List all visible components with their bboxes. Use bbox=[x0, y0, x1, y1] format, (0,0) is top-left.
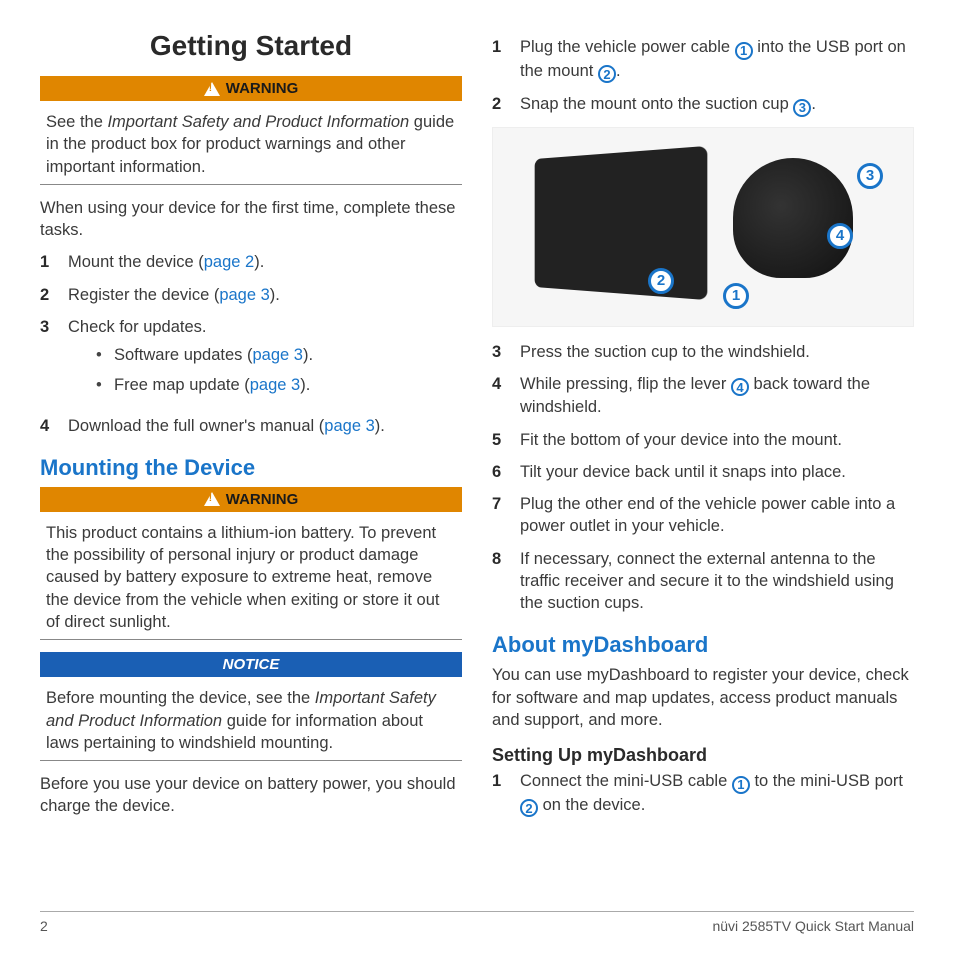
callout-1-icon: 1 bbox=[732, 776, 750, 794]
charge-text: Before you use your device on battery po… bbox=[40, 773, 462, 818]
warning-label: WARNING bbox=[226, 491, 299, 508]
getting-started-steps: 1Mount the device (page 2). 2Register th… bbox=[40, 251, 462, 437]
diagram-callout-4: 4 bbox=[827, 223, 853, 249]
dashboard-text: You can use myDashboard to register your… bbox=[492, 664, 914, 731]
notice-box: NOTICE bbox=[40, 652, 462, 677]
warning-icon bbox=[204, 492, 220, 506]
callout-3-icon: 3 bbox=[793, 99, 811, 117]
callout-2-icon: 2 bbox=[598, 65, 616, 83]
page-footer: 2 nüvi 2585TV Quick Start Manual bbox=[40, 911, 914, 934]
diagram-callout-2: 2 bbox=[648, 268, 674, 294]
notice-label: NOTICE bbox=[41, 653, 461, 676]
heading-dashboard: About myDashboard bbox=[492, 632, 914, 658]
warning-box-2: WARNING bbox=[40, 487, 462, 512]
warning-icon bbox=[204, 82, 220, 96]
intro-text: When using your device for the first tim… bbox=[40, 197, 462, 242]
page-number: 2 bbox=[40, 918, 48, 934]
link-page-3[interactable]: page 3 bbox=[253, 346, 303, 364]
page-title: Getting Started bbox=[40, 30, 462, 62]
callout-2-icon: 2 bbox=[520, 799, 538, 817]
doc-title: nüvi 2585TV Quick Start Manual bbox=[712, 918, 914, 934]
mount-steps-top: 1Plug the vehicle power cable 1 into the… bbox=[492, 36, 914, 117]
warning-label: WARNING bbox=[226, 80, 299, 97]
warning-text-1: See the Important Safety and Product Inf… bbox=[40, 107, 462, 185]
setup-steps: 1Connect the mini-USB cable 1 to the min… bbox=[492, 770, 914, 817]
warning-box-1: WARNING bbox=[40, 76, 462, 101]
mount-diagram: 1 2 3 4 bbox=[492, 127, 914, 327]
heading-setup-dashboard: Setting Up myDashboard bbox=[492, 745, 914, 766]
link-page-3[interactable]: page 3 bbox=[324, 417, 374, 435]
diagram-callout-1: 1 bbox=[723, 283, 749, 309]
mount-steps-bottom: 3Press the suction cup to the windshield… bbox=[492, 341, 914, 615]
callout-4-icon: 4 bbox=[731, 378, 749, 396]
notice-text: Before mounting the device, see the Impo… bbox=[40, 683, 462, 761]
link-page-3[interactable]: page 3 bbox=[250, 376, 300, 394]
heading-mounting: Mounting the Device bbox=[40, 455, 462, 481]
link-page-2[interactable]: page 2 bbox=[204, 253, 254, 271]
diagram-callout-3: 3 bbox=[857, 163, 883, 189]
callout-1-icon: 1 bbox=[735, 42, 753, 60]
warning-text-2: This product contains a lithium-ion batt… bbox=[40, 518, 462, 640]
link-page-3[interactable]: page 3 bbox=[219, 286, 269, 304]
